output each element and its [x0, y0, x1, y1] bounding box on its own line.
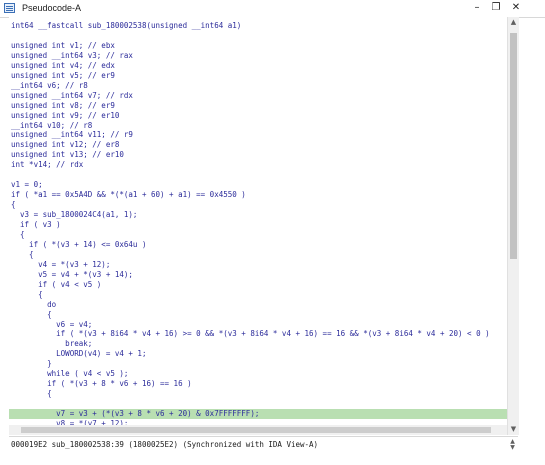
- code-line[interactable]: __int64 v6; // r8: [11, 81, 88, 91]
- code-line[interactable]: unsigned __int64 v7; // rdx: [11, 91, 133, 101]
- title-bar[interactable]: Pseudocode-A – ❐ ✕: [0, 0, 545, 18]
- horizontal-scrollbar[interactable]: [9, 425, 507, 435]
- code-line[interactable]: v1 = 0;: [11, 180, 43, 190]
- status-scroll-arrows-icon[interactable]: ▲ ▼: [507, 439, 518, 451]
- vertical-scrollbar[interactable]: ▲ ▼: [507, 17, 519, 435]
- minimize-icon[interactable]: –: [470, 2, 484, 14]
- code-line[interactable]: v6 = v4;: [11, 320, 92, 330]
- code-line[interactable]: if ( *(v3 + 14) <= 0x64u ): [11, 240, 146, 250]
- code-line[interactable]: do: [11, 300, 56, 310]
- code-line[interactable]: v3 = sub_1800024C4(a1, 1);: [11, 210, 137, 220]
- code-line[interactable]: unsigned int v9; // er10: [11, 111, 119, 121]
- code-line[interactable]: v5 = v4 + *(v3 + 14);: [11, 270, 133, 280]
- scroll-up-arrow-icon[interactable]: ▲: [508, 17, 519, 28]
- code-line[interactable]: unsigned int v13; // er10: [11, 150, 124, 160]
- code-line[interactable]: {: [11, 200, 16, 210]
- pseudocode-window-icon: [4, 3, 15, 13]
- float-window-icon[interactable]: ❐: [489, 2, 503, 14]
- code-line[interactable]: LOWORD(v4) = v4 + 1;: [11, 349, 146, 359]
- code-line[interactable]: unsigned __int64 v3; // rax: [11, 51, 133, 61]
- close-icon[interactable]: ✕: [509, 2, 523, 14]
- code-line[interactable]: if ( v3 ): [11, 220, 61, 230]
- code-line[interactable]: {: [11, 290, 43, 300]
- status-text: 000019E2 sub_180002538:39 (1800025E2) (S…: [11, 440, 319, 449]
- status-bar: 000019E2 sub_180002538:39 (1800025E2) (S…: [9, 436, 518, 453]
- code-line[interactable]: {: [11, 230, 25, 240]
- code-line[interactable]: unsigned int v1; // ebx: [11, 41, 115, 51]
- code-line[interactable]: if ( *(v3 + 8i64 * v4 + 16) >= 0 && *(v3…: [11, 329, 490, 339]
- code-line[interactable]: if ( *(v3 + 8 * v6 + 16) == 16 ): [11, 379, 192, 389]
- scroll-down-arrow-icon[interactable]: ▼: [508, 424, 519, 435]
- pseudocode-view[interactable]: int64 __fastcall sub_180002538(unsigned …: [9, 17, 507, 435]
- code-line[interactable]: }: [11, 359, 52, 369]
- window-title: Pseudocode-A: [22, 3, 82, 13]
- code-line[interactable]: v7 = v3 + (*(v3 + 8 * v6 + 20) & 0x7FFFF…: [11, 409, 259, 419]
- code-line[interactable]: unsigned int v12; // er8: [11, 140, 119, 150]
- pseudocode-window: Pseudocode-A – ❐ ✕ int64 __fastcall sub_…: [0, 0, 545, 465]
- code-line[interactable]: {: [11, 310, 52, 320]
- code-line[interactable]: break;: [11, 339, 92, 349]
- code-line[interactable]: while ( v4 < v5 );: [11, 369, 128, 379]
- vertical-scroll-thumb[interactable]: [510, 33, 517, 259]
- code-line[interactable]: int *v14; // rdx: [11, 160, 83, 170]
- code-line[interactable]: unsigned __int64 v11; // r9: [11, 130, 133, 140]
- code-line[interactable]: int64 __fastcall sub_180002538(unsigned …: [11, 21, 241, 31]
- code-line[interactable]: if ( v4 < v5 ): [11, 280, 101, 290]
- code-line[interactable]: {: [11, 250, 34, 260]
- code-line[interactable]: if ( *a1 == 0x5A4D && *(*(a1 + 60) + a1)…: [11, 190, 246, 200]
- code-line[interactable]: unsigned int v4; // edx: [11, 61, 115, 71]
- code-line[interactable]: __int64 v10; // r8: [11, 121, 92, 131]
- code-line[interactable]: unsigned int v5; // er9: [11, 71, 115, 81]
- code-line[interactable]: unsigned int v8; // er9: [11, 101, 115, 111]
- code-line[interactable]: {: [11, 389, 52, 399]
- horizontal-scroll-thumb[interactable]: [21, 427, 491, 433]
- code-line[interactable]: v4 = *(v3 + 12);: [11, 260, 110, 270]
